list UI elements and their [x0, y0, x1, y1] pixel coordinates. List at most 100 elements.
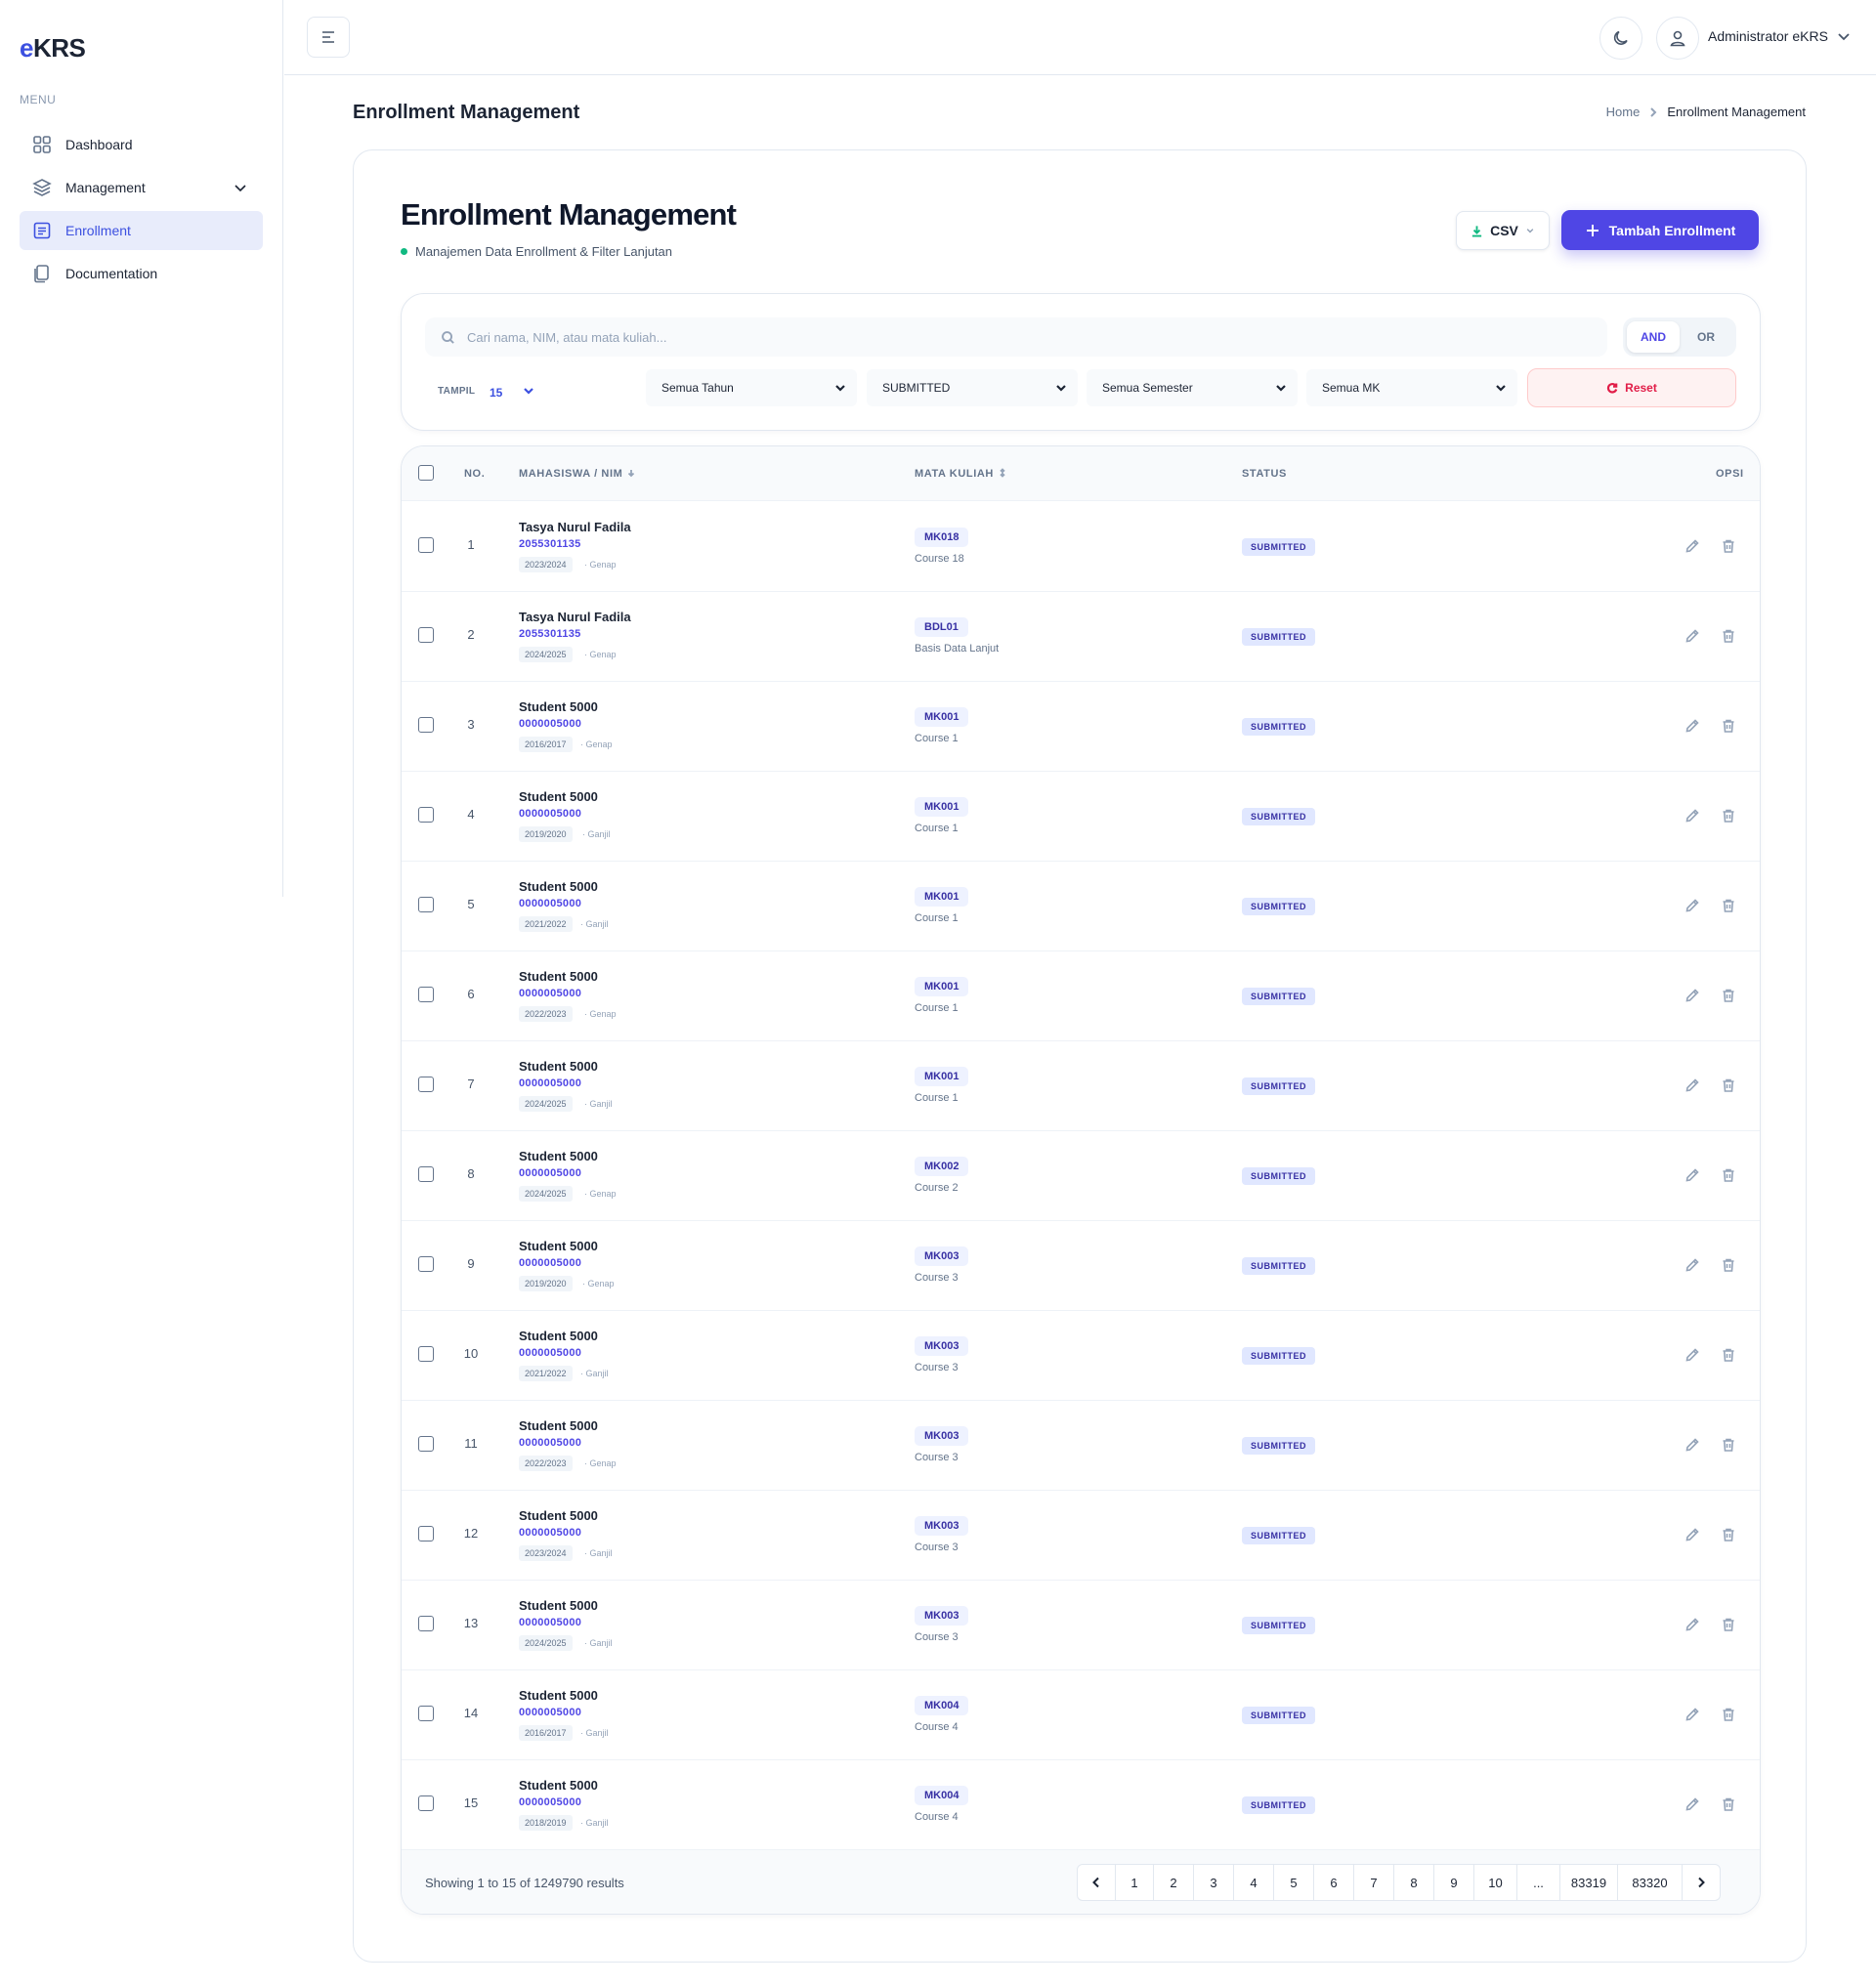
- row-checkbox[interactable]: [418, 1346, 434, 1362]
- course-select[interactable]: Semua MK: [1306, 369, 1517, 406]
- semester-select[interactable]: Semua Semester: [1087, 369, 1298, 406]
- table-row[interactable]: 12 Student 5000 0000005000 2023/2024 · Ganji…: [402, 1491, 1760, 1581]
- edit-icon[interactable]: [1684, 1527, 1700, 1542]
- sidebar-toggle-button[interactable]: [307, 17, 350, 58]
- trash-icon[interactable]: [1721, 1257, 1736, 1273]
- add-enrollment-button[interactable]: Tambah Enrollment: [1561, 210, 1759, 250]
- next-page-button[interactable]: [1683, 1865, 1720, 1900]
- edit-icon[interactable]: [1684, 1257, 1700, 1273]
- row-checkbox[interactable]: [418, 1616, 434, 1631]
- page-button[interactable]: 2: [1154, 1865, 1194, 1900]
- row-checkbox[interactable]: [418, 1526, 434, 1542]
- edit-icon[interactable]: [1684, 1077, 1700, 1093]
- trash-icon[interactable]: [1721, 808, 1736, 824]
- table-row[interactable]: 2 Tasya Nurul Fadila 2055301135 2024/2025 · …: [402, 592, 1760, 682]
- user-avatar[interactable]: [1656, 17, 1699, 60]
- edit-icon[interactable]: [1684, 628, 1700, 644]
- page-size-select[interactable]: 15: [490, 386, 502, 400]
- table-row[interactable]: 15 Student 5000 0000005000 2018/2019 · Ganji…: [402, 1760, 1760, 1850]
- row-checkbox[interactable]: [418, 537, 434, 553]
- chevron-down-icon[interactable]: [522, 384, 535, 398]
- table-row[interactable]: 14 Student 5000 0000005000 2016/2017 · Ganji…: [402, 1670, 1760, 1760]
- logic-and-button[interactable]: AND: [1627, 321, 1680, 353]
- table-row[interactable]: 8 Student 5000 0000005000 2024/2025 · Genap M…: [402, 1131, 1760, 1221]
- sidebar-item-dashboard[interactable]: Dashboard: [20, 125, 263, 164]
- row-checkbox[interactable]: [418, 1166, 434, 1182]
- sidebar-item-enrollment[interactable]: Enrollment: [20, 211, 263, 250]
- page-button[interactable]: 9: [1434, 1865, 1474, 1900]
- row-checkbox[interactable]: [418, 1436, 434, 1452]
- row-checkbox[interactable]: [418, 1795, 434, 1811]
- table-row[interactable]: 4 Student 5000 0000005000 2019/2020 · Ganjil…: [402, 772, 1760, 862]
- search-input[interactable]: [467, 329, 1542, 345]
- page-button[interactable]: 5: [1274, 1865, 1314, 1900]
- page-button[interactable]: 6: [1314, 1865, 1354, 1900]
- page-button[interactable]: 83320: [1618, 1865, 1683, 1900]
- edit-icon[interactable]: [1684, 1707, 1700, 1722]
- edit-icon[interactable]: [1684, 1347, 1700, 1363]
- chevron-down-icon[interactable]: [1836, 28, 1852, 44]
- dark-mode-toggle[interactable]: [1599, 17, 1642, 60]
- table-row[interactable]: 3 Student 5000 0000005000 2016/2017 · Genap M…: [402, 682, 1760, 772]
- page-button[interactable]: 3: [1194, 1865, 1234, 1900]
- trash-icon[interactable]: [1721, 538, 1736, 554]
- page-button[interactable]: 7: [1354, 1865, 1394, 1900]
- page-button[interactable]: 4: [1234, 1865, 1274, 1900]
- row-checkbox[interactable]: [418, 987, 434, 1002]
- edit-icon[interactable]: [1684, 1796, 1700, 1812]
- trash-icon[interactable]: [1721, 988, 1736, 1003]
- table-row[interactable]: 7 Student 5000 0000005000 2024/2025 · Ganjil…: [402, 1041, 1760, 1131]
- edit-icon[interactable]: [1684, 808, 1700, 824]
- trash-icon[interactable]: [1721, 1437, 1736, 1453]
- row-checkbox[interactable]: [418, 627, 434, 643]
- edit-icon[interactable]: [1684, 898, 1700, 913]
- trash-icon[interactable]: [1721, 898, 1736, 913]
- page-button[interactable]: 10: [1474, 1865, 1517, 1900]
- trash-icon[interactable]: [1721, 1347, 1736, 1363]
- reset-button[interactable]: Reset: [1527, 368, 1736, 407]
- select-all-checkbox[interactable]: [418, 465, 434, 481]
- table-row[interactable]: 11 Student 5000 0000005000 2022/2023 · Genap…: [402, 1401, 1760, 1491]
- logic-or-button[interactable]: OR: [1680, 321, 1732, 353]
- row-checkbox[interactable]: [418, 1706, 434, 1721]
- trash-icon[interactable]: [1721, 628, 1736, 644]
- table-row[interactable]: 10 Student 5000 0000005000 2021/2022 · Ganji…: [402, 1311, 1760, 1401]
- edit-icon[interactable]: [1684, 538, 1700, 554]
- row-checkbox[interactable]: [418, 1256, 434, 1272]
- column-header-course[interactable]: MATA KULIAH: [915, 468, 1007, 480]
- trash-icon[interactable]: [1721, 1617, 1736, 1632]
- row-checkbox[interactable]: [418, 807, 434, 823]
- column-header-student[interactable]: MAHASISWA / NIM: [519, 468, 636, 480]
- table-row[interactable]: 5 Student 5000 0000005000 2021/2022 · Ganjil…: [402, 862, 1760, 951]
- edit-icon[interactable]: [1684, 1167, 1700, 1183]
- table-row[interactable]: 6 Student 5000 0000005000 2022/2023 · Genap M…: [402, 951, 1760, 1041]
- trash-icon[interactable]: [1721, 1796, 1736, 1812]
- trash-icon[interactable]: [1721, 1527, 1736, 1542]
- edit-icon[interactable]: [1684, 1617, 1700, 1632]
- table-row[interactable]: 9 Student 5000 0000005000 2019/2020 · Genap M…: [402, 1221, 1760, 1311]
- trash-icon[interactable]: [1721, 1167, 1736, 1183]
- trash-icon[interactable]: [1721, 1077, 1736, 1093]
- trash-icon[interactable]: [1721, 1707, 1736, 1722]
- sidebar-item-management[interactable]: Management: [20, 168, 263, 207]
- edit-icon[interactable]: [1684, 1437, 1700, 1453]
- csv-export-button[interactable]: CSV: [1456, 211, 1550, 250]
- sidebar-item-documentation[interactable]: Documentation: [20, 254, 263, 293]
- edit-icon[interactable]: [1684, 988, 1700, 1003]
- year-select[interactable]: Semua Tahun: [646, 369, 857, 406]
- row-checkbox[interactable]: [418, 897, 434, 912]
- page-button[interactable]: 83319: [1560, 1865, 1618, 1900]
- user-name[interactable]: Administrator eKRS: [1708, 28, 1828, 44]
- breadcrumb-home[interactable]: Home: [1606, 105, 1641, 119]
- row-checkbox[interactable]: [418, 1077, 434, 1092]
- prev-page-button[interactable]: [1078, 1865, 1116, 1900]
- status-select[interactable]: SUBMITTED: [867, 369, 1078, 406]
- table-row[interactable]: 1 Tasya Nurul Fadila 2055301135 2023/2024 · …: [402, 502, 1760, 592]
- page-button[interactable]: 8: [1394, 1865, 1434, 1900]
- page-button[interactable]: 1: [1116, 1865, 1154, 1900]
- table-row[interactable]: 13 Student 5000 0000005000 2024/2025 · Ganji…: [402, 1581, 1760, 1670]
- row-checkbox[interactable]: [418, 717, 434, 733]
- edit-icon[interactable]: [1684, 718, 1700, 734]
- trash-icon[interactable]: [1721, 718, 1736, 734]
- app-logo[interactable]: eKRS: [20, 33, 86, 63]
